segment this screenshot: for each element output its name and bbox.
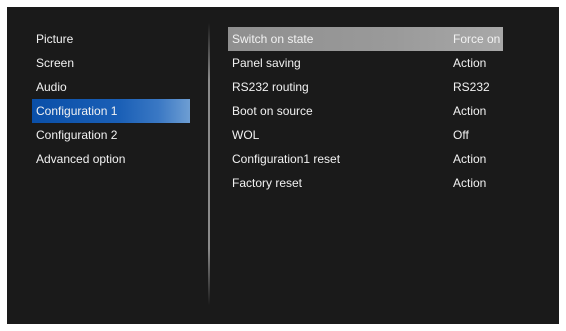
category-item-configuration-2[interactable]: Configuration 2	[32, 123, 182, 147]
setting-value: Action	[453, 104, 487, 118]
category-item-screen[interactable]: Screen	[32, 51, 182, 75]
category-menu: Picture Screen Audio Configuration 1 Con…	[32, 27, 190, 171]
setting-row-switch-on-state[interactable]: Switch on state Force on	[228, 27, 503, 51]
setting-value: RS232	[453, 80, 490, 94]
setting-row-wol[interactable]: WOL Off	[228, 123, 503, 147]
category-item-picture[interactable]: Picture	[32, 27, 182, 51]
category-item-audio[interactable]: Audio	[32, 75, 182, 99]
setting-label: RS232 routing	[232, 80, 309, 94]
setting-row-configuration1-reset[interactable]: Configuration1 reset Action	[228, 147, 503, 171]
setting-label: Configuration1 reset	[232, 152, 341, 166]
menu-divider	[208, 23, 210, 305]
category-item-advanced-option[interactable]: Advanced option	[32, 147, 182, 171]
setting-value: Action	[453, 56, 487, 70]
category-item-configuration-1[interactable]: Configuration 1	[32, 99, 190, 123]
setting-row-factory-reset[interactable]: Factory reset Action	[228, 171, 503, 195]
osd-menu-panel: Picture Screen Audio Configuration 1 Con…	[7, 7, 559, 324]
setting-value: Force on	[453, 32, 501, 46]
setting-label: Boot on source	[232, 104, 313, 118]
setting-label: Switch on state	[232, 32, 314, 46]
setting-row-panel-saving[interactable]: Panel saving Action	[228, 51, 503, 75]
setting-row-rs232-routing[interactable]: RS232 routing RS232	[228, 75, 503, 99]
settings-menu: Switch on state Force on Panel saving Ac…	[228, 27, 503, 195]
setting-value: Off	[453, 128, 469, 142]
setting-label: Panel saving	[232, 56, 301, 70]
setting-label: WOL	[232, 128, 260, 142]
setting-label: Factory reset	[232, 176, 303, 190]
setting-value: Action	[453, 152, 487, 166]
setting-row-boot-on-source[interactable]: Boot on source Action	[228, 99, 503, 123]
setting-value: Action	[453, 176, 487, 190]
